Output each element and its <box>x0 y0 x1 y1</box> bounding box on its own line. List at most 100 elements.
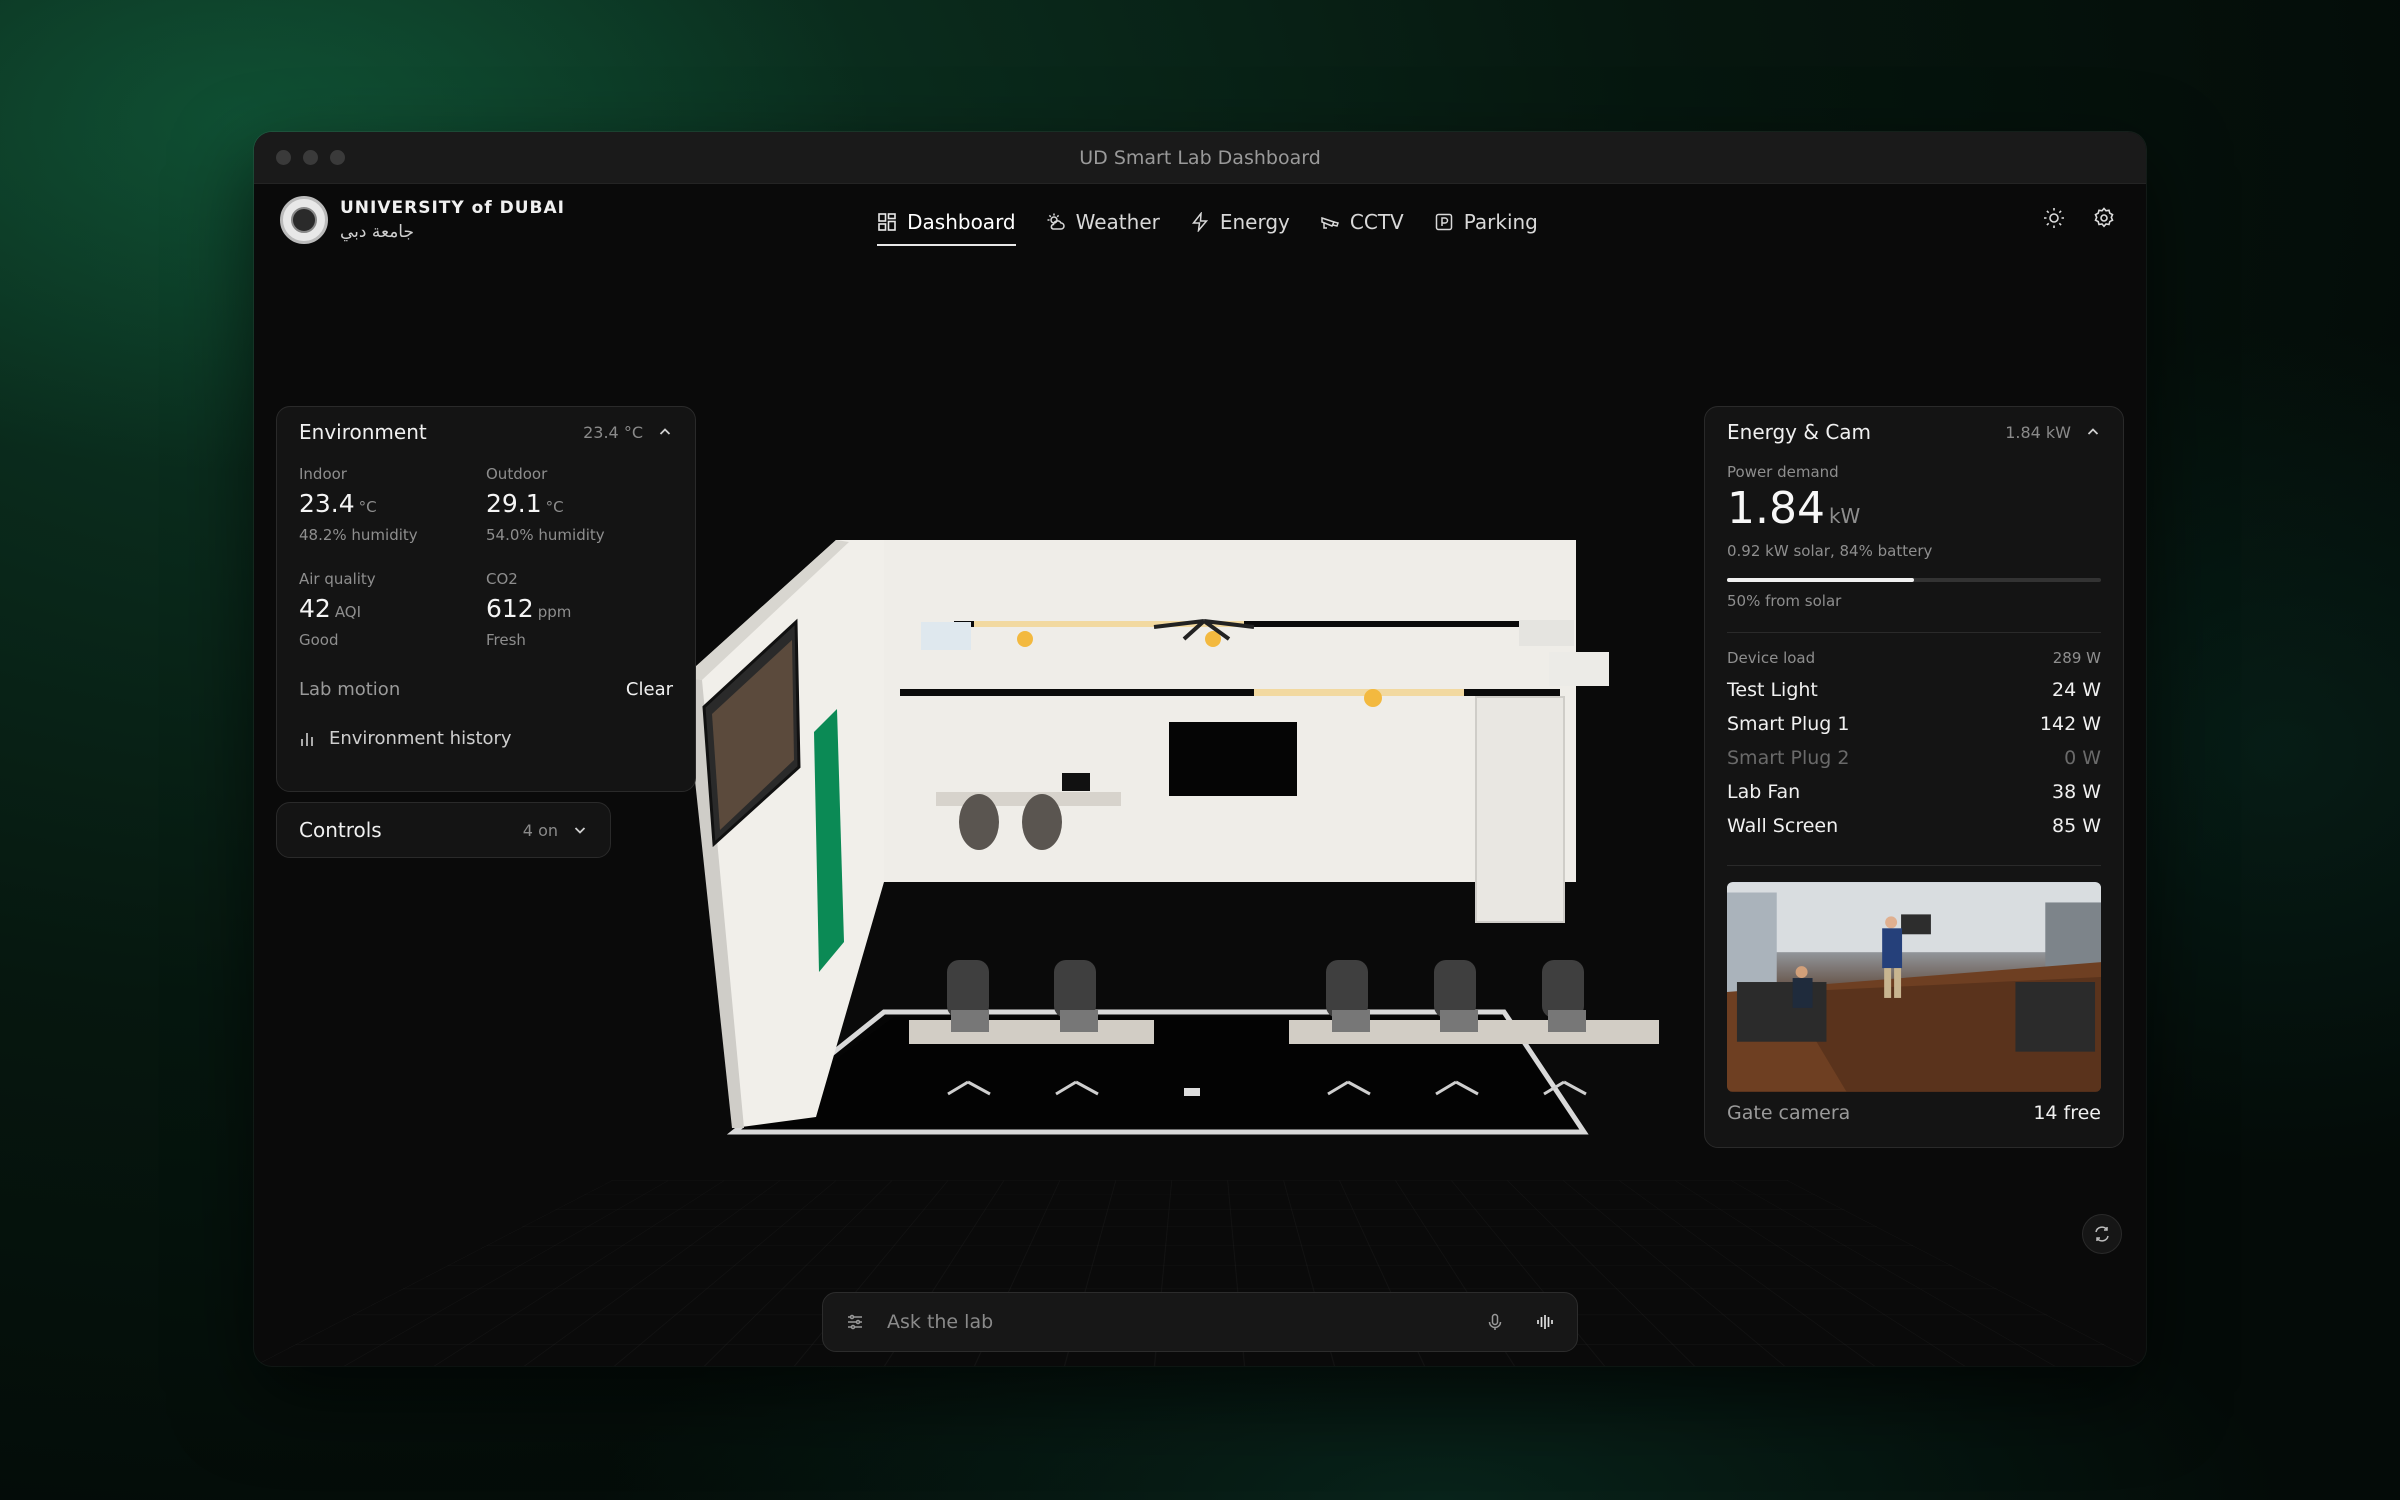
indoor-label: Indoor <box>299 465 347 483</box>
environment-panel-title: Environment <box>299 420 427 444</box>
energy-cam-panel: Energy & Cam 1.84 kW Power demand 1.84 kW… <box>1704 406 2124 1148</box>
microphone-icon[interactable] <box>1485 1312 1505 1332</box>
device-row[interactable]: Smart Plug 2 0 W <box>1727 741 2101 775</box>
environment-summary: 23.4 °C <box>583 422 643 442</box>
device-name: Smart Plug 2 <box>1727 747 1850 769</box>
co2-reading: CO2 612 ppm Fresh <box>486 570 673 649</box>
co2-unit: ppm <box>537 603 572 621</box>
air-quality-reading: Air quality 42 AQI Good <box>299 570 486 649</box>
outdoor-humidity: 54.0% humidity <box>486 526 605 544</box>
monitor-2 <box>1060 1010 1098 1032</box>
air-quality-status: Good <box>299 631 339 649</box>
indoor-reading: Indoor 23.4 °C 48.2% humidity <box>299 465 486 544</box>
chair-front-4 <box>1434 960 1476 1018</box>
outdoor-value: 29.1 <box>486 489 542 518</box>
device-row[interactable]: Test Light 24 W <box>1727 673 2101 707</box>
rotate-view-icon <box>2095 1226 2109 1242</box>
light-strip-front <box>1254 689 1464 696</box>
controls-summary: 4 on <box>522 820 558 840</box>
app-window: UD Smart Lab Dashboard UNIVERSITY of DUB… <box>254 132 2146 1366</box>
environment-history-label: Environment history <box>329 728 512 749</box>
ceiling-light-1 <box>1017 631 1033 647</box>
outdoor-reading: Outdoor 29.1 °C 54.0% humidity <box>486 465 673 544</box>
environment-panel-header[interactable]: Environment 23.4 °C <box>277 407 695 457</box>
lab-3d-scene[interactable]: Environment 23.4 °C Indoor 23.4 °C 48.2% … <box>254 266 2146 1366</box>
device-load-total: 289 W <box>2052 649 2101 667</box>
chevron-up-icon[interactable] <box>657 424 673 440</box>
monitor-small <box>1062 773 1090 791</box>
device-row[interactable]: Wall Screen 85 W <box>1727 809 2101 843</box>
front-desk-left <box>909 1020 1154 1044</box>
sliders-icon[interactable] <box>845 1312 865 1332</box>
indoor-humidity: 48.2% humidity <box>299 526 418 544</box>
monitor-1 <box>951 1010 989 1032</box>
voice-wave-icon[interactable] <box>1535 1312 1555 1332</box>
bookshelf <box>1475 696 1565 923</box>
air-quality-unit: AQI <box>334 603 362 621</box>
solar-progress-fill <box>1727 578 1914 582</box>
ceiling-light-3 <box>1364 689 1382 707</box>
lab-motion-row: Lab motion Clear <box>277 679 695 700</box>
device-name: Wall Screen <box>1727 815 1839 837</box>
device-name: Test Light <box>1727 679 1818 701</box>
device-load-list: Test Light 24 W Smart Plug 1 142 W Smart… <box>1705 673 2123 843</box>
solar-fraction-label: 50% from solar <box>1727 592 1842 610</box>
chair-back-1 <box>959 794 999 850</box>
ask-bar: Ask the lab <box>822 1292 1578 1352</box>
monitor-3 <box>1332 1010 1370 1032</box>
energy-panel-header[interactable]: Energy & Cam 1.84 kW <box>1705 407 2123 457</box>
divider <box>1727 865 2101 866</box>
parking-free-count: 14 free <box>2033 1102 2101 1124</box>
environment-history-link[interactable]: Environment history <box>277 728 695 749</box>
chair-front-3 <box>1326 960 1368 1018</box>
floor-outlet <box>1184 1088 1200 1096</box>
device-power: 0 W <box>2064 747 2101 769</box>
gate-camera-label: Gate camera <box>1727 1102 1851 1124</box>
monitor-5 <box>1548 1010 1586 1032</box>
chair-front-2 <box>1054 960 1096 1018</box>
chair-back-2 <box>1022 794 1062 850</box>
ask-input[interactable]: Ask the lab <box>887 1311 1485 1333</box>
lab-motion-value: Clear <box>625 679 673 700</box>
device-name: Lab Fan <box>1727 781 1801 803</box>
solar-progress-bar <box>1727 578 2101 582</box>
outdoor-unit: °C <box>545 498 564 516</box>
power-demand-label: Power demand <box>1727 463 1839 481</box>
co2-label: CO2 <box>486 570 518 588</box>
divider <box>1727 632 2101 633</box>
power-source-detail: 0.92 kW solar, 84% battery <box>1727 542 1933 560</box>
ac-unit-right-2 <box>1549 652 1609 686</box>
device-power: 142 W <box>2039 713 2101 735</box>
chair-front-5 <box>1542 960 1584 1018</box>
power-demand-unit: kW <box>1828 504 1861 528</box>
device-power: 38 W <box>2051 781 2101 803</box>
bar-chart-icon <box>301 732 313 746</box>
back-wall-tv <box>1169 722 1297 796</box>
chevron-down-icon[interactable] <box>572 822 588 838</box>
environment-panel: Environment 23.4 °C Indoor 23.4 °C 48.2% … <box>276 406 696 792</box>
device-load-label: Device load <box>1727 649 1816 667</box>
device-power: 24 W <box>2051 679 2101 701</box>
energy-panel-title: Energy & Cam <box>1727 420 1872 444</box>
chevron-up-icon[interactable] <box>2085 424 2101 440</box>
chair-front-1 <box>947 960 989 1018</box>
monitor-4 <box>1440 1010 1478 1032</box>
gate-camera-feed[interactable] <box>1727 882 2101 1092</box>
energy-summary: 1.84 kW <box>2005 422 2071 442</box>
air-quality-value: 42 <box>299 594 331 623</box>
device-power: 85 W <box>2051 815 2101 837</box>
device-row[interactable]: Lab Fan 38 W <box>1727 775 2101 809</box>
co2-value: 612 <box>486 594 534 623</box>
ac-unit-right-1 <box>1519 620 1574 646</box>
device-name: Smart Plug 1 <box>1727 713 1850 735</box>
ac-unit-left <box>921 622 971 650</box>
controls-panel[interactable]: Controls 4 on <box>276 802 611 858</box>
reset-view-button[interactable] <box>2082 1214 2122 1254</box>
camera-feed-image <box>1727 882 2101 1092</box>
device-row[interactable]: Smart Plug 1 142 W <box>1727 707 2101 741</box>
co2-status: Fresh <box>486 631 526 649</box>
indoor-value: 23.4 <box>299 489 355 518</box>
lab-motion-label: Lab motion <box>299 679 401 700</box>
indoor-unit: °C <box>358 498 377 516</box>
outdoor-label: Outdoor <box>486 465 548 483</box>
